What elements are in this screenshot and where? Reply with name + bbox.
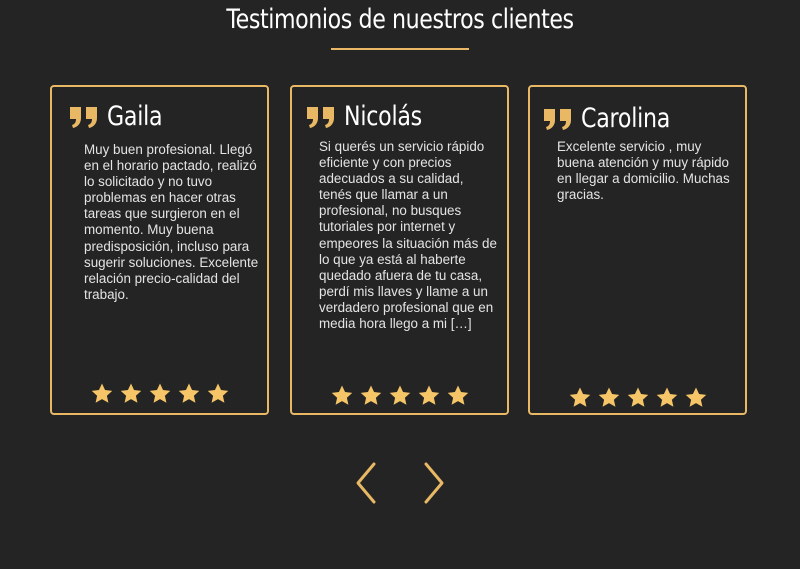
testimonial-card: Carolina Excelente servicio , muy buena … — [528, 85, 747, 415]
quote-icon — [307, 106, 334, 128]
chevron-right-icon — [424, 462, 444, 504]
testimonial-text: Si querés un servicio rápido eficiente y… — [319, 139, 497, 332]
section-title: Testimonios de nuestros clientes — [226, 4, 574, 35]
testimonial-card: Nicolás Si querés un servicio rápido efi… — [290, 85, 509, 415]
carousel-prev-button[interactable] — [352, 460, 380, 506]
star-rating — [52, 382, 267, 405]
carousel-next-button[interactable] — [420, 460, 448, 506]
star-icon — [656, 387, 677, 407]
star-icon — [447, 385, 468, 405]
star-icon — [685, 387, 706, 407]
quote-icon — [70, 106, 97, 128]
star-icon — [331, 385, 352, 405]
testimonial-text: Excelente servicio , muy buena atención … — [557, 139, 730, 203]
testimonial-name: Gaila — [107, 101, 163, 132]
star-icon — [569, 387, 590, 407]
title-underline — [331, 48, 469, 50]
testimonial-text: Muy buen profesional. Llegó en el horari… — [84, 142, 259, 302]
testimonial-name: Nicolás — [344, 101, 422, 132]
star-icon — [207, 383, 228, 403]
star-icon — [120, 383, 141, 403]
testimonial-name: Carolina — [581, 103, 671, 134]
testimonial-header: Carolina — [543, 103, 690, 134]
star-icon — [91, 383, 112, 403]
star-rating — [530, 386, 745, 409]
star-icon — [598, 387, 619, 407]
star-icon — [360, 385, 381, 405]
testimonial-header: Gaila — [69, 101, 175, 132]
testimonial-header: Nicolás — [306, 101, 439, 132]
star-icon — [149, 383, 170, 403]
star-rating — [292, 384, 507, 407]
quote-icon — [544, 108, 571, 130]
star-icon — [418, 385, 439, 405]
testimonial-card: Gaila Muy buen profesional. Llegó en el … — [50, 85, 269, 415]
star-icon — [178, 383, 199, 403]
star-icon — [389, 385, 410, 405]
chevron-left-icon — [356, 462, 376, 504]
star-icon — [627, 387, 648, 407]
